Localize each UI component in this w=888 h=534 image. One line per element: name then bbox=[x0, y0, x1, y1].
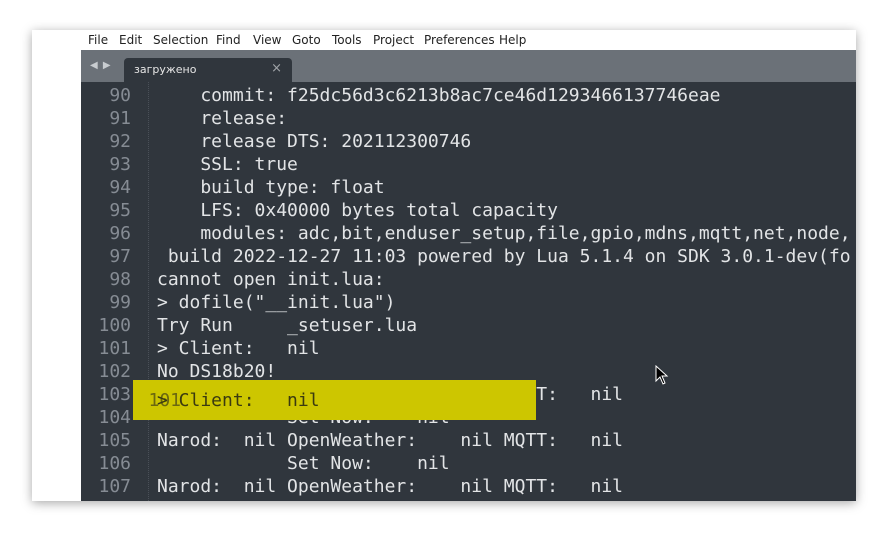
code-line: 94 build type: float bbox=[81, 177, 856, 200]
code-line: 95 LFS: 0x40000 bytes total capacity bbox=[81, 200, 856, 223]
code-line: 97 build 2022-12-27 11:03 powered by Lua… bbox=[81, 246, 856, 269]
line-text: > Client: nil bbox=[157, 390, 320, 411]
line-number: 93 bbox=[109, 154, 131, 175]
menu-project[interactable]: Project bbox=[373, 33, 414, 47]
code-line: 92 release DTS: 202112300746 bbox=[81, 131, 856, 154]
line-number: 102 bbox=[98, 361, 131, 382]
line-text: Narod: nil OpenWeather: nil MQTT: nil bbox=[157, 476, 623, 497]
line-text: build type: float bbox=[157, 177, 385, 198]
line-text: modules: adc,bit,enduser_setup,file,gpio… bbox=[157, 223, 851, 244]
line-number: 107 bbox=[98, 476, 131, 497]
line-number: 99 bbox=[109, 292, 131, 313]
code-line: 107 Narod: nil OpenWeather: nil MQTT: nil bbox=[81, 476, 856, 499]
line-number: 103 bbox=[98, 384, 131, 405]
menu-edit[interactable]: Edit bbox=[119, 33, 142, 47]
close-icon[interactable]: × bbox=[271, 61, 282, 76]
code-line: 98 cannot open init.lua: bbox=[81, 269, 856, 292]
menu-file[interactable]: File bbox=[88, 33, 108, 47]
highlighted-line: 101 > Client: nil bbox=[133, 390, 536, 413]
line-text: > Client: nil bbox=[157, 338, 320, 359]
line-text: LFS: 0x40000 bytes total capacity bbox=[157, 200, 558, 221]
menu-selection[interactable]: Selection bbox=[153, 33, 208, 47]
line-number: 91 bbox=[109, 108, 131, 129]
mouse-cursor-icon bbox=[655, 365, 669, 385]
line-number: 96 bbox=[109, 223, 131, 244]
line-number: 100 bbox=[98, 315, 131, 336]
code-line: 93 SSL: true bbox=[81, 154, 856, 177]
line-text: release DTS: 202112300746 bbox=[157, 131, 472, 152]
line-text: release: bbox=[157, 108, 288, 129]
code-editor[interactable]: 90 commit: f25dc56d3c6213b8ac7ce46d12934… bbox=[81, 82, 856, 501]
menu-preferences[interactable]: Preferences bbox=[424, 33, 495, 47]
line-number: 95 bbox=[109, 200, 131, 221]
menu-view[interactable]: View bbox=[253, 33, 281, 47]
line-number: 105 bbox=[98, 430, 131, 451]
menu-goto[interactable]: Goto bbox=[292, 33, 321, 47]
line-number: 94 bbox=[109, 177, 131, 198]
line-text: Try Run _setuser.lua bbox=[157, 315, 418, 336]
code-line: 106 Set Now: nil bbox=[81, 453, 856, 476]
line-text: No DS18b20! bbox=[157, 361, 277, 382]
menu-tools[interactable]: Tools bbox=[332, 33, 362, 47]
editor-window: File Edit Selection Find View Goto Tools Projec… bbox=[32, 30, 856, 501]
line-text: Narod: nil OpenWeather: nil MQTT: nil bbox=[157, 430, 623, 451]
code-line: 100 Try Run _setuser.lua bbox=[81, 315, 856, 338]
tab-title: загружено bbox=[134, 63, 197, 76]
tab-bar: ◀ ▶ загружено × bbox=[81, 50, 856, 82]
code-line: 96 modules: adc,bit,enduser_setup,file,g… bbox=[81, 223, 856, 246]
line-number: 106 bbox=[98, 453, 131, 474]
menu-find[interactable]: Find bbox=[216, 33, 241, 47]
line-number: 98 bbox=[109, 269, 131, 290]
code-line: 105 Narod: nil OpenWeather: nil MQTT: nil bbox=[81, 430, 856, 453]
line-number: 90 bbox=[109, 85, 131, 106]
tab-zagruzheno[interactable]: загружено × bbox=[124, 58, 292, 82]
line-number: 101 bbox=[98, 338, 131, 359]
line-text: commit: f25dc56d3c6213b8ac7ce46d12934661… bbox=[157, 85, 721, 106]
line-number: 97 bbox=[109, 246, 131, 267]
line-text: > dofile("__init.lua") bbox=[157, 292, 396, 313]
code-line: 91 release: bbox=[81, 108, 856, 131]
code-line: 90 commit: f25dc56d3c6213b8ac7ce46d12934… bbox=[81, 85, 856, 108]
line-text: cannot open init.lua: bbox=[157, 269, 385, 290]
menu-help[interactable]: Help bbox=[499, 33, 526, 47]
line-number: 92 bbox=[109, 131, 131, 152]
code-line: 101 > Client: nil bbox=[81, 338, 856, 361]
code-line: 99 > dofile("__init.lua") bbox=[81, 292, 856, 315]
line-number: 104 bbox=[98, 407, 131, 428]
tab-nav-arrows-icon[interactable]: ◀ ▶ bbox=[90, 60, 112, 71]
menu-bar: File Edit Selection Find View Goto Tools Projec… bbox=[81, 30, 856, 50]
line-text: Set Now: nil bbox=[157, 453, 450, 474]
line-text: SSL: true bbox=[157, 154, 298, 175]
line-text: build 2022-12-27 11:03 powered by Lua 5.… bbox=[157, 246, 851, 267]
